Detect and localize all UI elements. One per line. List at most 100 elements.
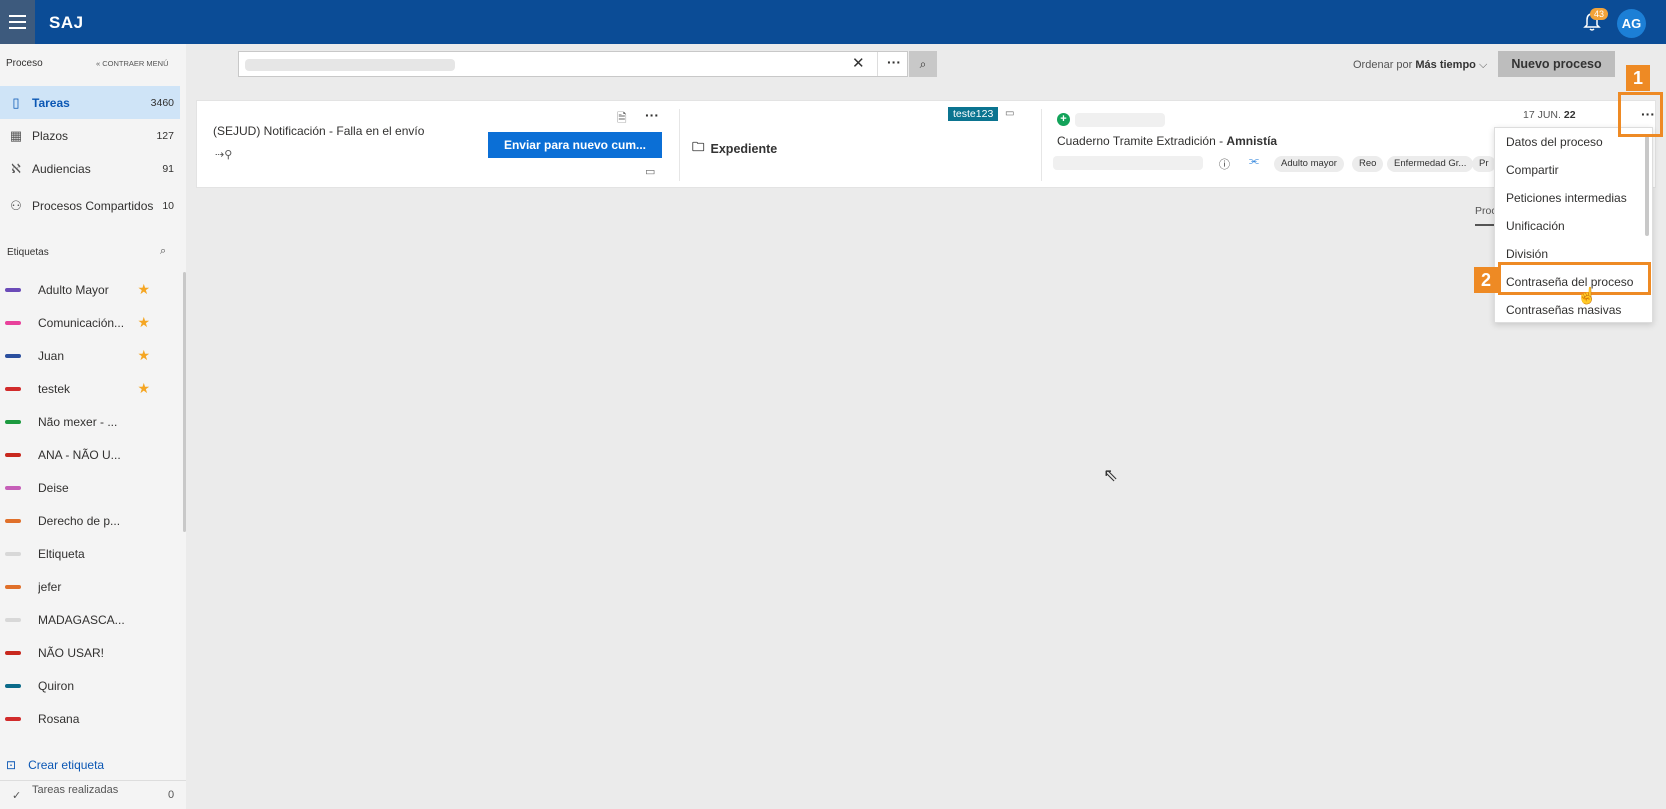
bookmark-icon: ▯ <box>12 94 20 110</box>
tag-item[interactable]: Rosana <box>0 702 150 735</box>
tag-name: Juan <box>38 348 65 363</box>
menu-scrollbar[interactable] <box>1645 136 1649 236</box>
tag-name: jefer <box>38 579 62 594</box>
send-button[interactable]: Enviar para nuevo cum... <box>488 132 662 158</box>
tag-color-icon <box>5 551 21 556</box>
annotation-box-2 <box>1498 262 1651 295</box>
annotation-number-2: 2 <box>1474 267 1498 293</box>
tag-color-icon <box>5 617 21 622</box>
tag-name: NÃO USAR! <box>38 645 105 660</box>
tag-color-icon <box>5 584 21 589</box>
tag-name: Deise <box>38 480 69 495</box>
tag-chip: Adulto mayor <box>1274 156 1344 172</box>
chevron-down-icon: ⌵ <box>1478 59 1488 71</box>
sort-selector[interactable]: Ordenar por Más tiempo ⌵ <box>1353 59 1487 72</box>
tag-item[interactable]: Comunicación... ★ <box>0 306 150 339</box>
tag-chip: Enfermedad Gr... <box>1387 156 1474 172</box>
case-title[interactable]: Cuaderno Tramite Extradición - Amnistía <box>1057 134 1277 148</box>
document-icon[interactable]: 🗎 <box>617 109 627 130</box>
date-label: 17 JUN. 22 <box>1523 109 1576 121</box>
tag-item[interactable]: jefer <box>0 570 150 603</box>
tag-name: Derecho de p... <box>38 513 121 528</box>
hand-cursor-icon: ☝ <box>1577 288 1597 305</box>
hierarchy-icon[interactable]: ⫘ <box>1249 155 1259 168</box>
tag-name: Eltiqueta <box>38 546 85 561</box>
tag-color-icon <box>5 518 21 523</box>
tag-name: ANA - NÃO U... <box>38 447 121 462</box>
shared-user-icon: ⚇ <box>10 198 22 213</box>
close-icon[interactable]: ✕ <box>852 54 865 72</box>
tag-item[interactable]: Deise <box>0 471 150 504</box>
expediente-link[interactable]: 🗀 Expediente <box>692 138 777 159</box>
sidebar-item-audiencias[interactable]: ℵ Audiencias 91 <box>0 152 180 185</box>
tag-item[interactable]: testek ★ <box>0 372 150 405</box>
info-icon[interactable]: ⓘ <box>1219 156 1230 172</box>
tag-name: Rosana <box>38 711 80 726</box>
divider <box>679 109 680 181</box>
tag-item[interactable]: MADAGASCA... <box>0 603 150 636</box>
menu-item-contrasenas-masivas[interactable]: Contraseñas masivas <box>1495 296 1652 322</box>
tag-name: Comunicación... <box>38 315 125 330</box>
tag-item[interactable]: Não mexer - ... <box>0 405 150 438</box>
hamburger-menu-icon[interactable] <box>0 0 35 44</box>
top-bar: SAJ 43 AG <box>0 0 1666 44</box>
avatar[interactable]: AG <box>1617 9 1646 38</box>
task-more-icon[interactable]: ··· <box>645 107 659 123</box>
party-name <box>1075 113 1165 127</box>
message-icon[interactable]: ▭ <box>1005 108 1014 119</box>
sidebar-section-title: Proceso <box>6 58 43 69</box>
star-icon[interactable]: ★ <box>137 347 150 364</box>
folder-icon: 🗀 <box>692 140 705 154</box>
proc-underline <box>1475 224 1495 226</box>
tag-color-icon <box>5 419 21 424</box>
divider <box>1041 109 1042 181</box>
tag-chip: Reo <box>1352 156 1384 172</box>
app-brand[interactable]: SAJ <box>49 13 84 33</box>
tag-item[interactable]: Eltiqueta <box>0 537 150 570</box>
annotation-box-1 <box>1618 92 1663 137</box>
star-icon[interactable]: ★ <box>137 380 150 397</box>
sidebar-item-procesos-compartidos[interactable]: ⚇ Procesos Compartidos 10 <box>0 185 180 227</box>
search-icon[interactable]: ⌕ <box>909 51 937 77</box>
menu-item-unificacion[interactable]: Unificación <box>1495 212 1652 240</box>
task-title[interactable]: (SEJUD) Notificación - Falla en el envío <box>213 124 424 138</box>
more-options-icon[interactable]: ··· <box>877 52 910 76</box>
sidebar-item-tareas[interactable]: ▯ Tareas 3460 <box>0 86 180 119</box>
calendar-icon: ▦ <box>9 127 23 143</box>
tag-color-icon <box>5 353 21 358</box>
tag-add-icon: ⊡ <box>6 758 17 772</box>
star-icon[interactable]: ★ <box>137 281 150 298</box>
assign-user-icon[interactable]: ⇢⚲ <box>215 148 232 161</box>
tag-color-icon <box>5 716 21 721</box>
menu-item-compartir[interactable]: Compartir <box>1495 156 1652 184</box>
tag-color-icon <box>5 287 21 292</box>
tag-chip: Pr <box>1472 156 1496 172</box>
menu-item-peticiones[interactable]: Peticiones intermedias <box>1495 184 1652 212</box>
tag-item[interactable]: Derecho de p... <box>0 504 150 537</box>
tags-search-icon[interactable]: ⌕ <box>160 245 166 258</box>
create-tag-button[interactable]: ⊡ Crear etiqueta <box>6 758 104 772</box>
tag-item[interactable]: ANA - NÃO U... <box>0 438 150 471</box>
search-input[interactable] <box>245 59 455 71</box>
comment-icon[interactable]: ▭ <box>645 165 655 178</box>
tag-color-icon <box>5 650 21 655</box>
arrow-cursor-icon: ⇖ <box>1103 465 1119 485</box>
new-process-button[interactable]: Nuevo proceso <box>1498 51 1615 77</box>
completed-tasks[interactable]: ✓ Tareas realizadas 0 <box>0 780 186 809</box>
tag-name: Quiron <box>38 678 75 693</box>
plus-icon[interactable]: + <box>1057 113 1070 126</box>
tag-color-icon <box>5 386 21 391</box>
search-bar[interactable]: ✕ ··· ⌕ <box>238 51 937 77</box>
star-icon[interactable]: ★ <box>137 314 150 331</box>
tag-item[interactable]: Quiron <box>0 669 150 702</box>
task-card[interactable]: (SEJUD) Notificación - Falla en el envío… <box>196 100 1656 188</box>
sidebar-item-plazos[interactable]: ▦ Plazos 127 <box>0 119 180 152</box>
collapse-menu-button[interactable]: « CONTRAER MENÚ <box>96 59 169 68</box>
tag-item[interactable]: Adulto Mayor ★ <box>0 273 150 306</box>
sidebar-scrollbar[interactable] <box>183 272 186 532</box>
tag-item[interactable]: Juan ★ <box>0 339 150 372</box>
tag-color-icon <box>5 683 21 688</box>
tag-item[interactable]: NÃO USAR! <box>0 636 150 669</box>
status-badge: teste123 <box>948 107 999 121</box>
people-icon: ℵ <box>11 160 21 176</box>
